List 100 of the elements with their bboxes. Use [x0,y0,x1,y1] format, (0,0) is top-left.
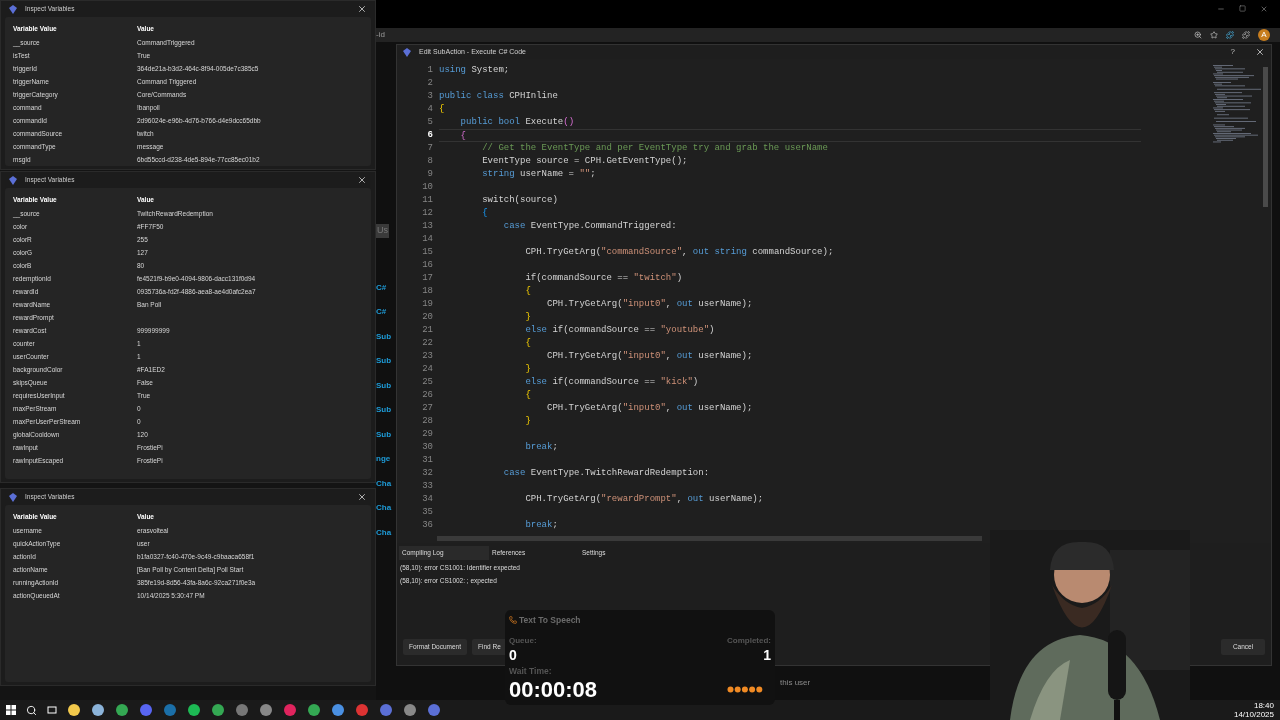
line-number: 22 [422,337,433,350]
progress-dots-icon [727,686,763,693]
code-line: CPH.TryGetArg("input0", out userName); [546,402,753,415]
close-icon[interactable] [357,492,367,502]
code-line: { [459,130,466,141]
line-number: 1 [427,64,433,77]
app-icon[interactable] [115,703,129,717]
close-icon[interactable] [357,4,367,14]
line-number: 8 [427,155,433,168]
line-number: 5 [427,116,433,129]
code-line: public class CPHInline [439,90,558,103]
line-number: 34 [422,493,433,506]
close-icon[interactable] [357,175,367,185]
background-text: nge [376,453,391,466]
line-number: 16 [422,259,433,272]
code-line: switch(source) [481,194,558,207]
background-text: this user [780,677,811,689]
background-text: Cha [376,526,392,539]
app-icon[interactable] [403,703,417,717]
widget-title: Text To Speech [519,614,581,627]
app-icon[interactable] [187,703,201,717]
search-icon[interactable] [26,704,37,716]
code-line: } [524,363,531,376]
horizontal-scrollbar[interactable] [437,536,982,541]
code-line: break; [524,519,558,532]
line-number: 4 [427,103,433,116]
background-text: C# [376,306,387,319]
line-number: 3 [427,90,433,103]
line-number: 29 [422,428,433,441]
line-number: 36 [422,519,433,532]
app-icon [9,175,17,185]
line-number: 12 [422,207,433,220]
app-icon[interactable] [307,703,321,717]
background-text: Sub [376,379,392,392]
app-icon[interactable] [331,703,345,717]
puzzle-icon[interactable] [1226,31,1234,39]
line-number: 23 [422,350,433,363]
background-text: Sub [376,330,392,343]
task-view-icon[interactable] [47,705,57,715]
code-line: if(commandSource == "twitch") [524,272,683,285]
code-line: break; [524,441,558,454]
vertical-scrollbar[interactable] [1263,67,1268,207]
app-icon [403,47,411,57]
zoom-icon[interactable] [1194,31,1202,39]
line-number: 33 [422,480,433,493]
code-line: } [524,311,531,324]
address-text: -id [376,29,385,41]
code-line: CPH.TryGetArg("input0", out userName); [546,350,753,363]
code-line: CPH.TryGetArg("commandSource", out string commandSource); [524,246,834,259]
line-number: 17 [422,272,433,285]
help-button[interactable]: ? [1230,46,1235,58]
line-number: 10 [422,181,433,194]
line-number: 24 [422,363,433,376]
line-number: 21 [422,324,433,337]
phone-icon [509,616,517,625]
background-text: Cha [376,477,392,490]
app-icon[interactable] [211,703,225,717]
app-icon [9,492,17,502]
line-number: 35 [422,506,433,519]
background-text: Cha [376,502,392,515]
line-number: 27 [422,402,433,415]
line-number: 20 [422,311,433,324]
background-text: Sub [376,355,392,368]
completed-label: Completed: [727,634,771,647]
code-line: case EventType.TwitchRewardRedemption: [502,467,710,480]
windows-icon[interactable] [6,705,16,715]
code-line: { [524,337,531,350]
code-line: { [439,103,445,116]
code-line: } [524,415,531,428]
line-number: 6 [427,129,433,142]
line-number: 14 [422,233,433,246]
app-icon [9,4,17,14]
clock-date: 14/10/2025 [1233,710,1274,719]
completed-count: 1 [763,646,771,663]
code-line: { [524,285,531,298]
background-text: Sub [376,428,392,441]
code-line: CPH.TryGetArg("input0", out userName); [546,298,753,311]
app-icon[interactable] [259,703,273,717]
code-line: CPH.TryGetArg("rewardPrompt", out userName); [524,493,764,506]
line-number: 28 [422,415,433,428]
code-line: { [481,207,488,220]
close-icon[interactable] [1255,47,1265,57]
background-text: C# [376,281,387,294]
queue-label: Queue: [509,634,537,647]
wait-time: 00:00:08 [509,677,598,702]
line-number: 25 [422,376,433,389]
code-line: EventType source = CPH.GetEventType(); [481,155,688,168]
line-number: 7 [427,142,433,155]
line-number: 19 [422,298,433,311]
app-icon[interactable] [67,703,81,717]
code-line: case EventType.CommandTriggered: [502,220,677,233]
code-line: // Get the EventType and per EventType try and grab the userName [481,142,828,155]
extensions-icon[interactable] [1242,31,1250,39]
code-line: { [524,389,531,402]
app-icon[interactable] [91,703,105,717]
queue-count: 0 [509,646,517,663]
wait-label: Wait Time: [509,664,553,678]
star-icon[interactable] [1210,31,1218,39]
line-number: 13 [422,220,433,233]
line-number: 26 [422,389,433,402]
